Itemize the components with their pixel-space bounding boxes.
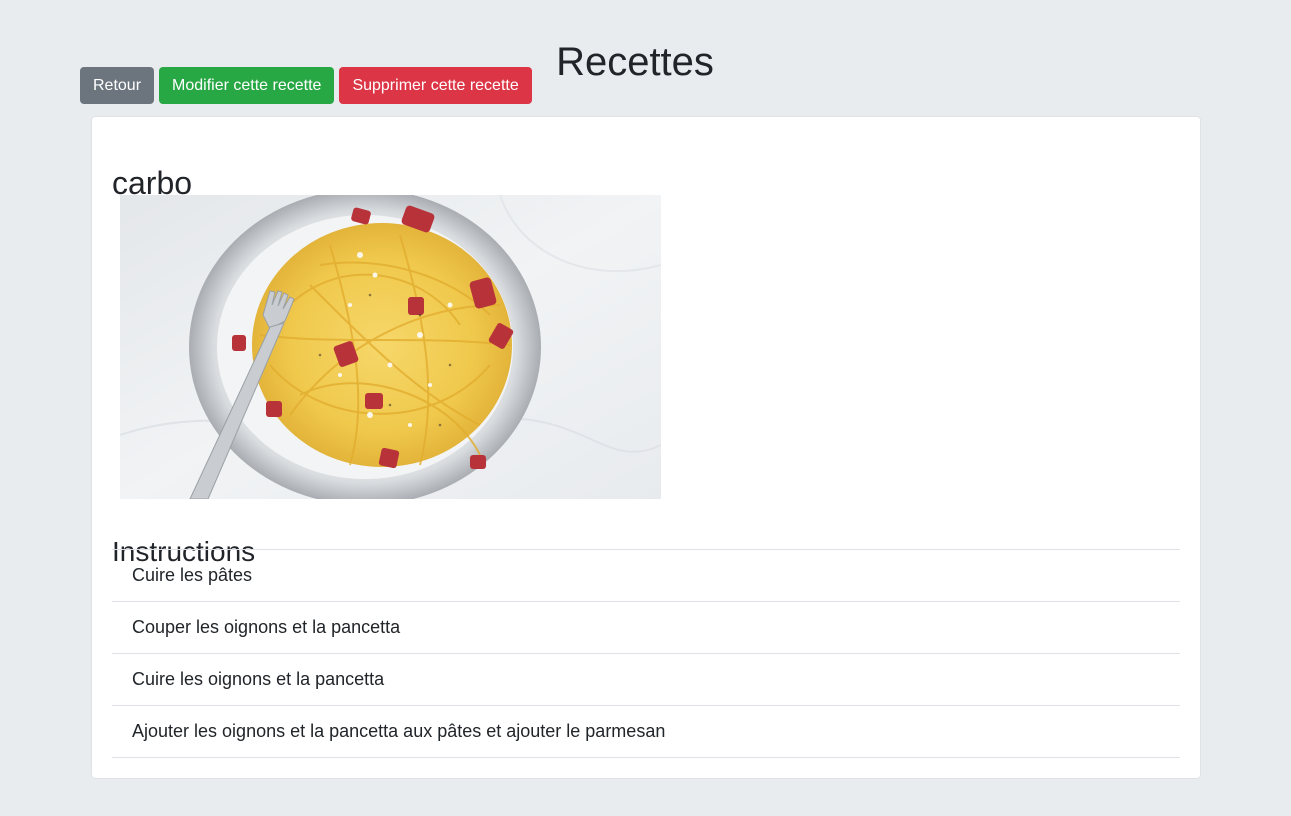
instruction-step: Couper les oignons et la pancetta [112, 602, 1180, 654]
instructions-list: Cuire les pâtes Couper les oignons et la… [112, 549, 1180, 758]
instruction-step: Ajouter les oignons et la pancetta aux p… [112, 706, 1180, 758]
recipe-photo [120, 195, 661, 499]
instruction-step: Cuire les oignons et la pancetta [112, 654, 1180, 706]
instruction-step: Cuire les pâtes [112, 550, 1180, 602]
recipe-card: carbo Instructions Cuire les pâtes Coupe… [91, 116, 1201, 779]
edit-recipe-button[interactable]: Modifier cette recette [159, 67, 335, 104]
back-button[interactable]: Retour [80, 67, 155, 104]
delete-recipe-button[interactable]: Supprimer cette recette [339, 67, 532, 104]
page: Recettes Retour Modifier cette recette S… [0, 0, 1291, 816]
toolbar: Retour Modifier cette recette Supprimer … [80, 67, 532, 104]
